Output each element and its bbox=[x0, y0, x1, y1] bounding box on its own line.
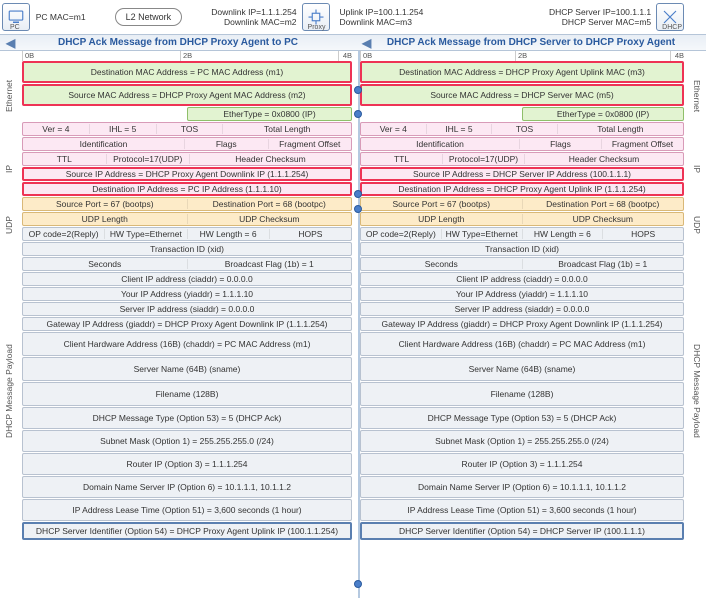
pc-label: PC bbox=[10, 24, 20, 31]
pl-opt3-r: Router IP (Option 3) = 1.1.1.254 bbox=[360, 453, 684, 475]
dhcp-label: DHCP bbox=[662, 24, 682, 31]
l2-network-badge: L2 Network bbox=[115, 8, 183, 26]
eth-type-row-r: EtherType = 0x0800 (IP) bbox=[522, 107, 684, 121]
pl-row1-r: OP code=2(Reply)HW Type=EthernetHW Lengt… bbox=[360, 227, 684, 241]
network-topology-bar: PC PC MAC=m1 L2 Network Downlink IP=1.1.… bbox=[0, 0, 706, 34]
udp-side-label-r: UDP bbox=[688, 211, 702, 239]
udp-row1-r: Source Port = 67 (bootps)Destination Por… bbox=[360, 197, 684, 211]
eth-dst-row-r: Destination MAC Address = DHCP Proxy Age… bbox=[360, 61, 684, 83]
udp-row2-r: UDP LengthUDP Checksum bbox=[360, 212, 684, 226]
flow-dot bbox=[354, 110, 362, 118]
eth-type-row: EtherType = 0x0800 (IP) bbox=[187, 107, 352, 121]
flow-dot bbox=[354, 86, 362, 94]
server-ip-label: DHCP Server IP=100.1.1.1 bbox=[549, 7, 651, 17]
ip-row2: IdentificationFlagsFragment Offset bbox=[22, 137, 352, 151]
flow-dot bbox=[354, 205, 362, 213]
uplink-mac-label: Downlink MAC=m3 bbox=[339, 17, 423, 27]
pl-opt1: Subnet Mask (Option 1) = 255.255.255.0 (… bbox=[22, 430, 352, 452]
left-title: ◀DHCP Ack Message from DHCP Proxy Agent … bbox=[0, 34, 356, 51]
ip-row1: Ver = 4IHL = 5TOSTotal Length bbox=[22, 122, 352, 136]
pl-ciaddr-r: Client IP address (ciaddr) = 0.0.0.0 bbox=[360, 272, 684, 286]
pl-ciaddr: Client IP address (ciaddr) = 0.0.0.0 bbox=[22, 272, 352, 286]
uplink-ip-label: Uplink IP=100.1.1.254 bbox=[339, 7, 423, 17]
server-mac-label: DHCP Server MAC=m5 bbox=[549, 17, 651, 27]
pl-xid: Transaction ID (xid) bbox=[22, 242, 352, 256]
udp-side-label: UDP bbox=[4, 211, 18, 239]
downlink-ip-label: Downlink IP=1.1.1.254 bbox=[211, 7, 296, 17]
pl-xid-r: Transaction ID (xid) bbox=[360, 242, 684, 256]
ip-row1-r: Ver = 4IHL = 5TOSTotal Length bbox=[360, 122, 684, 136]
pl-giaddr-r: Gateway IP Address (giaddr) = DHCP Proxy… bbox=[360, 317, 684, 331]
downlink-mac-label: Downlink MAC=m2 bbox=[211, 17, 296, 27]
pl-opt1-r: Subnet Mask (Option 1) = 255.255.255.0 (… bbox=[360, 430, 684, 452]
ip-row3: TTLProtocol=17(UDP)Header Checksum bbox=[22, 152, 352, 166]
right-title: ◀DHCP Ack Message from DHCP Server to DH… bbox=[356, 34, 706, 51]
right-arrow-icon: ◀ bbox=[362, 36, 371, 50]
payload-side-label-r: DHCP Message Payload bbox=[688, 291, 702, 491]
byte-ruler-left: 0B2B4B bbox=[22, 51, 352, 61]
byte-ruler-right: 0B2B4B bbox=[360, 51, 684, 61]
ethernet-side-label: Ethernet bbox=[4, 71, 18, 121]
flow-dot bbox=[354, 580, 362, 588]
udp-row2: UDP LengthUDP Checksum bbox=[22, 212, 352, 226]
pl-yiaddr: Your IP Address (yiaddr) = 1.1.1.10 bbox=[22, 287, 352, 301]
pl-sname: Server Name (64B) (sname) bbox=[22, 357, 352, 381]
flow-dot bbox=[354, 190, 362, 198]
ip-src-row: Source IP Address = DHCP Proxy Agent Dow… bbox=[22, 167, 352, 181]
pl-opt54: DHCP Server Identifier (Option 54) = DHC… bbox=[22, 522, 352, 540]
pl-opt54-r: DHCP Server Identifier (Option 54) = DHC… bbox=[360, 522, 684, 540]
ip-side-label: IP bbox=[4, 139, 18, 199]
proxy-label: Proxy bbox=[308, 24, 326, 31]
ip-src-row-r: Source IP Address = DHCP Server IP Addre… bbox=[360, 167, 684, 181]
pl-opt6-r: Domain Name Server IP (Option 6) = 10.1.… bbox=[360, 476, 684, 498]
pl-chaddr: Client Hardware Address (16B) (chaddr) =… bbox=[22, 332, 352, 356]
pl-file-r: Filename (128B) bbox=[360, 382, 684, 406]
pl-opt51: IP Address Lease Time (Option 51) = 3,60… bbox=[22, 499, 352, 521]
eth-dst-row: Destination MAC Address = PC MAC Address… bbox=[22, 61, 352, 83]
ip-dst-row-r: Destination IP Address = DHCP Proxy Agen… bbox=[360, 182, 684, 196]
pl-row3: SecondsBroadcast Flag (1b) = 1 bbox=[22, 257, 352, 271]
pc-mac-label: PC MAC=m1 bbox=[36, 12, 86, 22]
pl-file: Filename (128B) bbox=[22, 382, 352, 406]
pl-chaddr-r: Client Hardware Address (16B) (chaddr) =… bbox=[360, 332, 684, 356]
pl-opt6: Domain Name Server IP (Option 6) = 10.1.… bbox=[22, 476, 352, 498]
pl-row3-r: SecondsBroadcast Flag (1b) = 1 bbox=[360, 257, 684, 271]
left-arrow-icon: ◀ bbox=[6, 36, 15, 50]
pl-sname-r: Server Name (64B) (sname) bbox=[360, 357, 684, 381]
pl-row1: OP code=2(Reply)HW Type=EthernetHW Lengt… bbox=[22, 227, 352, 241]
ethernet-side-label-r: Ethernet bbox=[688, 71, 702, 121]
pl-opt53-r: DHCP Message Type (Option 53) = 5 (DHCP … bbox=[360, 407, 684, 429]
pl-siaddr: Server IP address (siaddr) = 0.0.0.0 bbox=[22, 302, 352, 316]
ip-side-label-r: IP bbox=[688, 139, 702, 199]
ip-row3-r: TTLProtocol=17(UDP)Header Checksum bbox=[360, 152, 684, 166]
pl-siaddr-r: Server IP address (siaddr) = 0.0.0.0 bbox=[360, 302, 684, 316]
pl-yiaddr-r: Your IP Address (yiaddr) = 1.1.1.10 bbox=[360, 287, 684, 301]
payload-side-label: DHCP Message Payload bbox=[4, 291, 18, 491]
eth-src-row-r: Source MAC Address = DHCP Server MAC (m5… bbox=[360, 84, 684, 106]
eth-src-row: Source MAC Address = DHCP Proxy Agent MA… bbox=[22, 84, 352, 106]
udp-row1: Source Port = 67 (bootps)Destination Por… bbox=[22, 197, 352, 211]
pl-opt53: DHCP Message Type (Option 53) = 5 (DHCP … bbox=[22, 407, 352, 429]
pl-opt51-r: IP Address Lease Time (Option 51) = 3,60… bbox=[360, 499, 684, 521]
ip-dst-row: Destination IP Address = PC IP Address (… bbox=[22, 182, 352, 196]
ip-row2-r: IdentificationFlagsFragment Offset bbox=[360, 137, 684, 151]
pl-giaddr: Gateway IP Address (giaddr) = DHCP Proxy… bbox=[22, 317, 352, 331]
pl-opt3: Router IP (Option 3) = 1.1.1.254 bbox=[22, 453, 352, 475]
